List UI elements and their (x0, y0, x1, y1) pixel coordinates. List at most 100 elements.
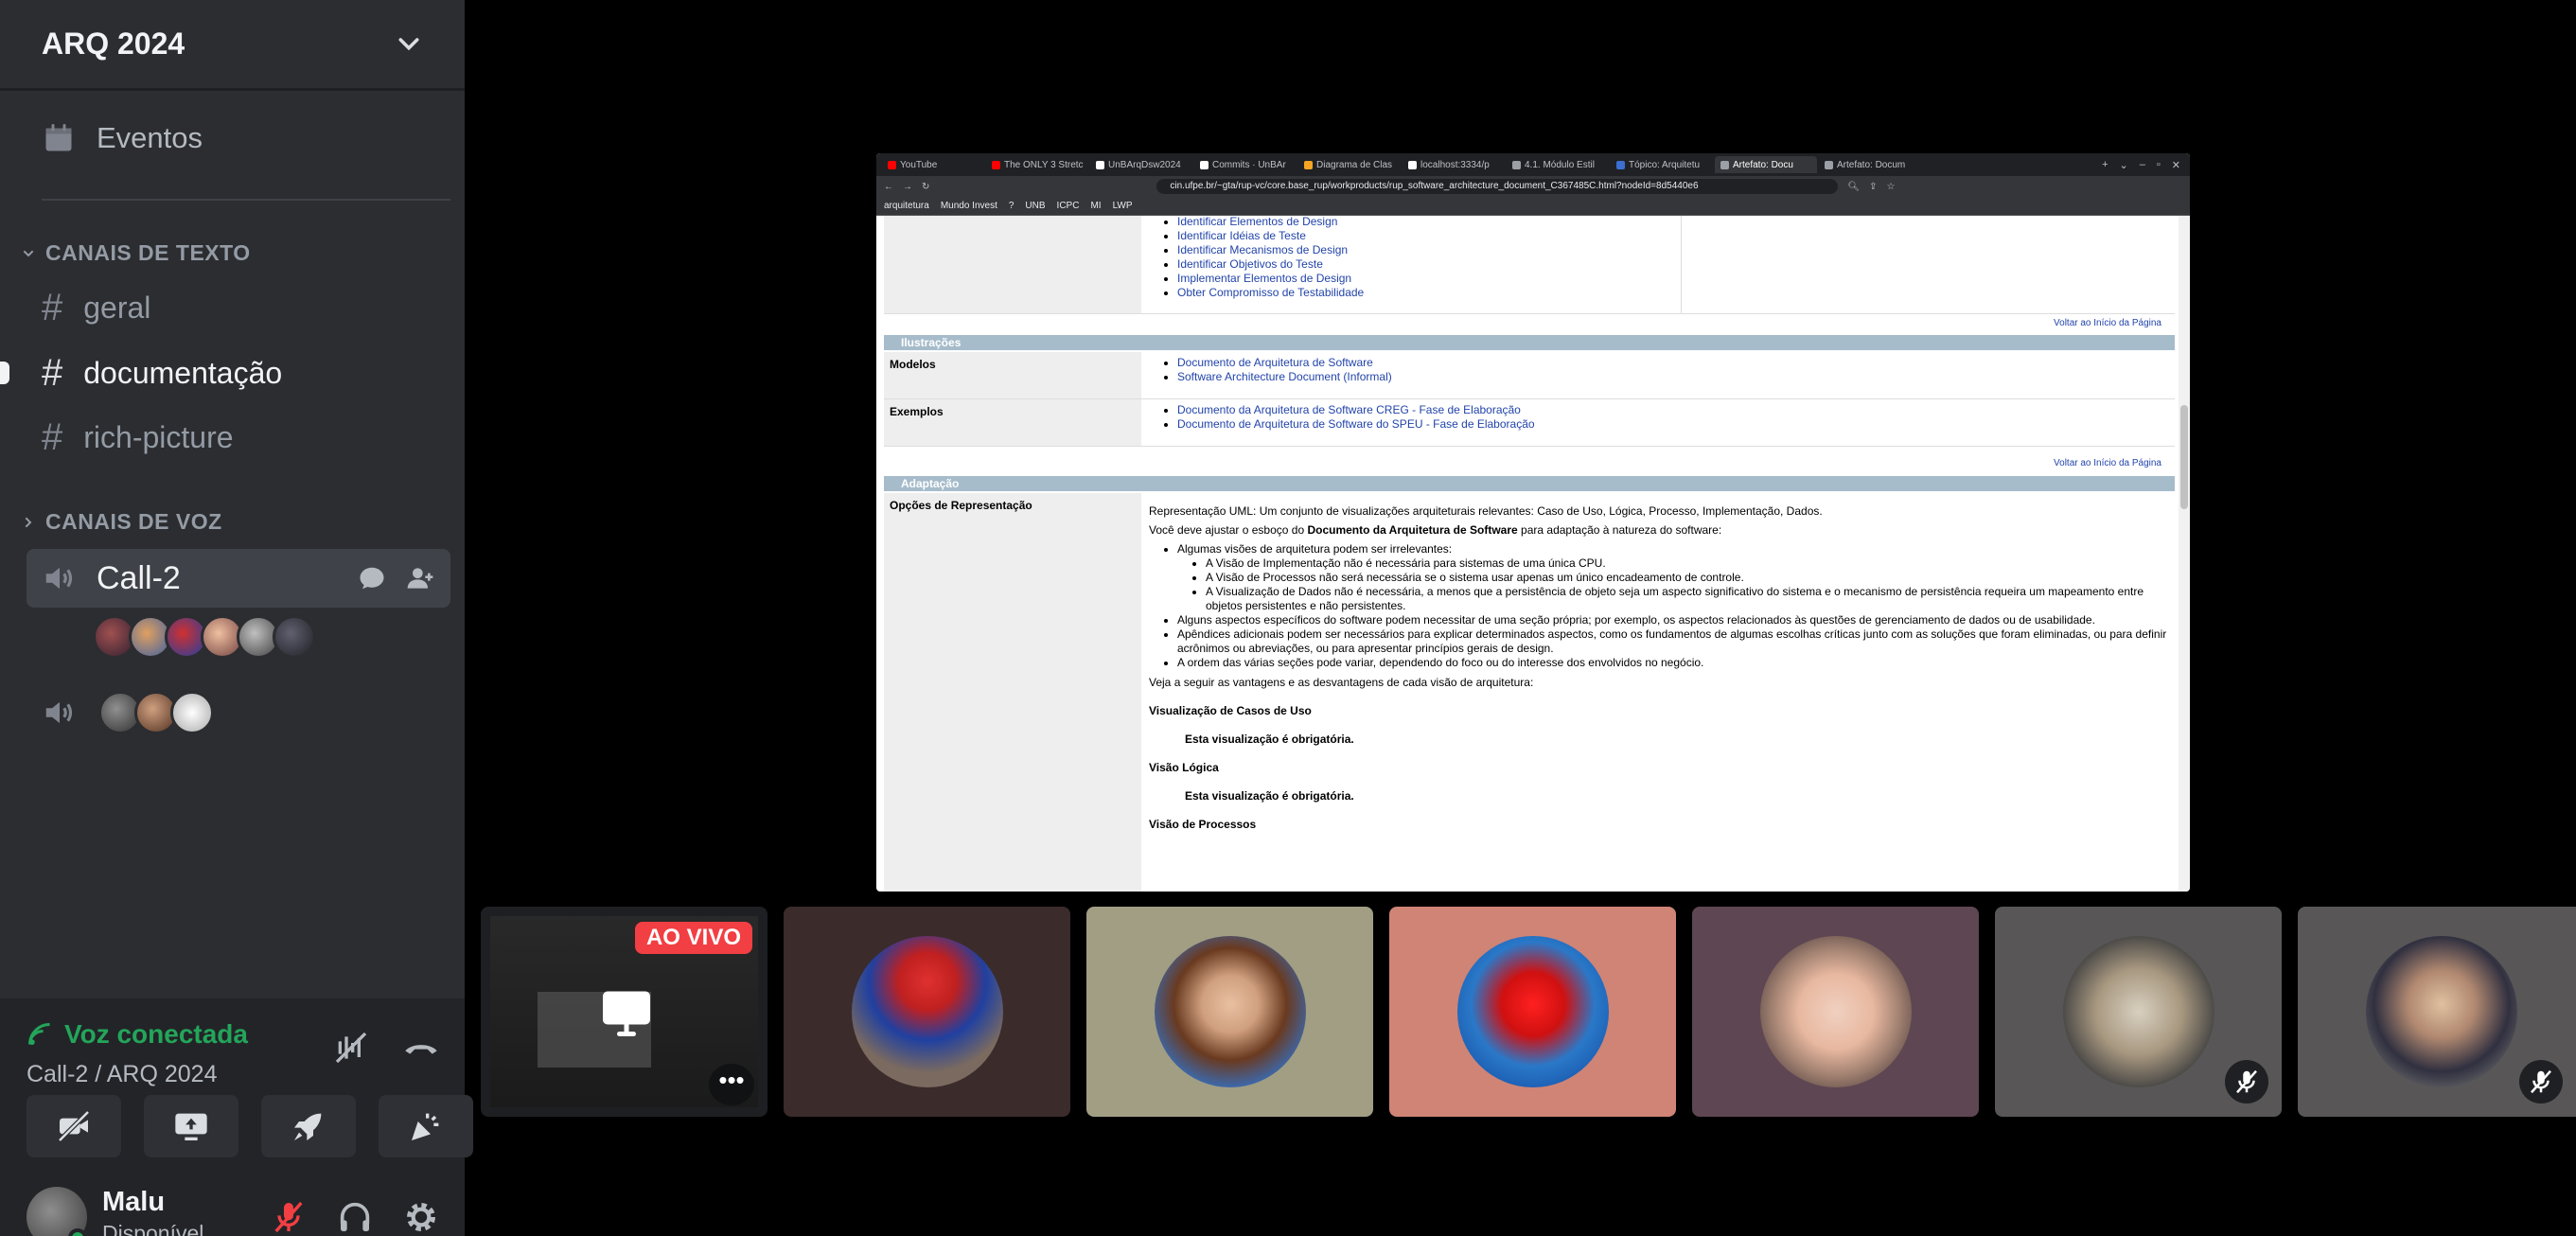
doc-link[interactable]: Documento da Arquitetura de Software CRE… (1177, 403, 1521, 416)
bookmark-item[interactable]: Mundo Invest (941, 201, 997, 211)
doc-link[interactable]: Identificar Mecanismos de Design (1177, 243, 1348, 256)
view-heading: Visão Lógica (1149, 761, 1219, 774)
section-header-ilustracoes[interactable]: Ilustrações (884, 335, 2175, 350)
channel-sidebar: ARQ 2024 Eventos CANAIS DE TEXTO # geral… (0, 0, 473, 1236)
bookmark-item[interactable]: UNB (1025, 201, 1045, 211)
more-options-button[interactable]: ••• (709, 1064, 754, 1105)
screen-share-stream[interactable]: YouTube The ONLY 3 Stretc UnBArqDsw2024 Com… (876, 153, 2190, 892)
bookmark-item[interactable]: ICPC (1057, 201, 1080, 211)
list-item[interactable]: Identificar Idéias de Teste (1177, 229, 2167, 243)
doc-link[interactable]: Obter Compromisso de Testabilidade (1177, 286, 1364, 299)
category-text-channels[interactable]: CANAIS DE TEXTO (21, 240, 251, 266)
row-label-modelos: Modelos (884, 352, 1141, 398)
section-header-adaptacao[interactable]: Adaptação (884, 476, 2175, 491)
back-to-top-link[interactable]: Voltar ao Início da Página (2054, 318, 2161, 328)
invite-user-icon[interactable] (405, 563, 435, 593)
headphones-icon[interactable] (336, 1198, 374, 1236)
voice-participants (98, 691, 214, 734)
bookmark-item[interactable]: MI (1090, 201, 1101, 211)
share-icon[interactable]: ⇪ (1869, 182, 1877, 192)
bookmark-item[interactable]: LWP (1113, 201, 1133, 211)
participant-tile[interactable] (1389, 907, 1676, 1117)
participant-tile[interactable] (2298, 907, 2576, 1117)
noise-suppression-icon[interactable] (332, 1029, 370, 1067)
browser-tab[interactable]: 4.1. Módulo Estil (1507, 156, 1609, 173)
server-header[interactable]: ARQ 2024 (0, 0, 465, 91)
paragraph: Representação UML: Um conjunto de visual… (1149, 504, 1823, 518)
browser-tab[interactable]: localhost:3334/p (1403, 156, 1505, 173)
list-item[interactable]: Implementar Elementos de Design (1177, 272, 2167, 286)
participant-tile[interactable] (1995, 907, 2282, 1117)
soundboard-button[interactable] (379, 1095, 473, 1157)
avatar (2062, 936, 2214, 1087)
participant-tile[interactable] (784, 907, 1070, 1117)
voice-connected-status[interactable]: Voz conectada (26, 1019, 248, 1050)
tab-label: Artefato: Docu (1733, 159, 1793, 170)
browser-tab[interactable]: Diagrama de Clas (1298, 156, 1401, 173)
voice-channel-2[interactable] (42, 691, 214, 734)
list-item[interactable]: Documento de Arquitetura de Software do … (1177, 417, 2167, 432)
browser-tab[interactable]: Artefato: Docum (1819, 156, 1921, 173)
channel-geral[interactable]: # geral (42, 281, 150, 334)
scrollbar-thumb[interactable] (2180, 405, 2188, 509)
channel-documentacao[interactable]: # documentação (42, 346, 282, 399)
disconnect-icon[interactable] (402, 1029, 440, 1067)
list-item[interactable]: Identificar Objetivos do Teste (1177, 257, 2167, 272)
avatar (2366, 936, 2517, 1087)
doc-link[interactable]: Identificar Objetivos do Teste (1177, 257, 1323, 271)
bookmark-star-icon[interactable]: ☆ (1886, 182, 1895, 192)
avatar[interactable] (170, 691, 214, 734)
browser-tab[interactable]: Tópico: Arquitetu (1611, 156, 1713, 173)
reload-icon[interactable]: ↻ (922, 182, 929, 192)
speaker-icon (45, 567, 73, 590)
list-item[interactable]: Identificar Mecanismos de Design (1177, 243, 2167, 257)
voice-location[interactable]: Call-2 / ARQ 2024 (26, 1061, 218, 1088)
voice-channel-call-2[interactable]: Call-2 (26, 549, 450, 608)
activities-button[interactable] (261, 1095, 356, 1157)
list-item[interactable]: Identificar Elementos de Design (1177, 216, 2167, 229)
tab-add-icon[interactable]: + (2102, 159, 2108, 171)
participant-tile[interactable] (1086, 907, 1373, 1117)
back-to-top-link[interactable]: Voltar ao Início da Página (2054, 458, 2161, 468)
browser-tab[interactable]: Artefato: Docu (1715, 156, 1817, 173)
gear-icon[interactable] (402, 1198, 440, 1236)
stream-preview-tile[interactable]: AO VIVO ••• (481, 907, 768, 1117)
doc-link[interactable]: Software Architecture Document (Informal… (1177, 370, 1392, 383)
chevron-down-icon[interactable]: ⌄ (2120, 159, 2128, 171)
back-icon[interactable]: ← (884, 182, 893, 192)
forward-icon[interactable]: → (903, 182, 912, 192)
chevron-down-icon[interactable] (395, 30, 423, 59)
list-item[interactable]: Software Architecture Document (Informal… (1177, 370, 2167, 384)
events-item[interactable]: Eventos (42, 121, 203, 155)
participant-tile[interactable] (1692, 907, 1979, 1117)
minimize-icon[interactable]: – (2140, 159, 2145, 171)
doc-link[interactable]: Implementar Elementos de Design (1177, 272, 1351, 285)
voice-participants (93, 615, 316, 659)
browser-tab[interactable]: The ONLY 3 Stretc (986, 156, 1088, 173)
channel-rich-picture[interactable]: # rich-picture (42, 411, 234, 464)
bookmark-item[interactable]: ? (1009, 201, 1015, 211)
user-name[interactable]: Malu (102, 1187, 165, 1218)
camera-off-button[interactable] (26, 1095, 121, 1157)
doc-link[interactable]: Documento de Arquitetura de Software do … (1177, 417, 1535, 431)
browser-tab[interactable]: UnBArqDsw2024 (1090, 156, 1192, 173)
doc-link[interactable]: Documento de Arquitetura de Software (1177, 356, 1373, 369)
microphone-muted-icon[interactable] (270, 1198, 308, 1236)
chat-bubble-icon[interactable] (358, 564, 386, 592)
category-voice-channels[interactable]: CANAIS DE VOZ (21, 509, 222, 535)
browser-tab[interactable]: Commits · UnBAr (1194, 156, 1297, 173)
list-item[interactable]: Documento de Arquitetura de Software (1177, 356, 2167, 370)
address-bar[interactable]: cin.ufpe.br/~gta/rup-vc/core.base_rup/wo… (1156, 179, 1839, 194)
doc-link[interactable]: Identificar Idéias de Teste (1177, 229, 1306, 242)
browser-tab[interactable]: YouTube (882, 156, 984, 173)
list-item[interactable]: Documento da Arquitetura de Software CRE… (1177, 403, 2167, 417)
list-item[interactable]: Obter Compromisso de Testabilidade (1177, 286, 2167, 300)
close-icon[interactable]: ✕ (2172, 159, 2180, 171)
maximize-icon[interactable]: ▫ (2157, 159, 2161, 171)
screen-share-button[interactable] (144, 1095, 238, 1157)
page-scrollbar[interactable] (2179, 216, 2190, 892)
bookmark-item[interactable]: arquitetura (884, 201, 929, 211)
zoom-icon[interactable]: 🔍︎ (1847, 182, 1860, 192)
avatar[interactable] (273, 615, 316, 659)
doc-link[interactable]: Identificar Elementos de Design (1177, 216, 1337, 228)
